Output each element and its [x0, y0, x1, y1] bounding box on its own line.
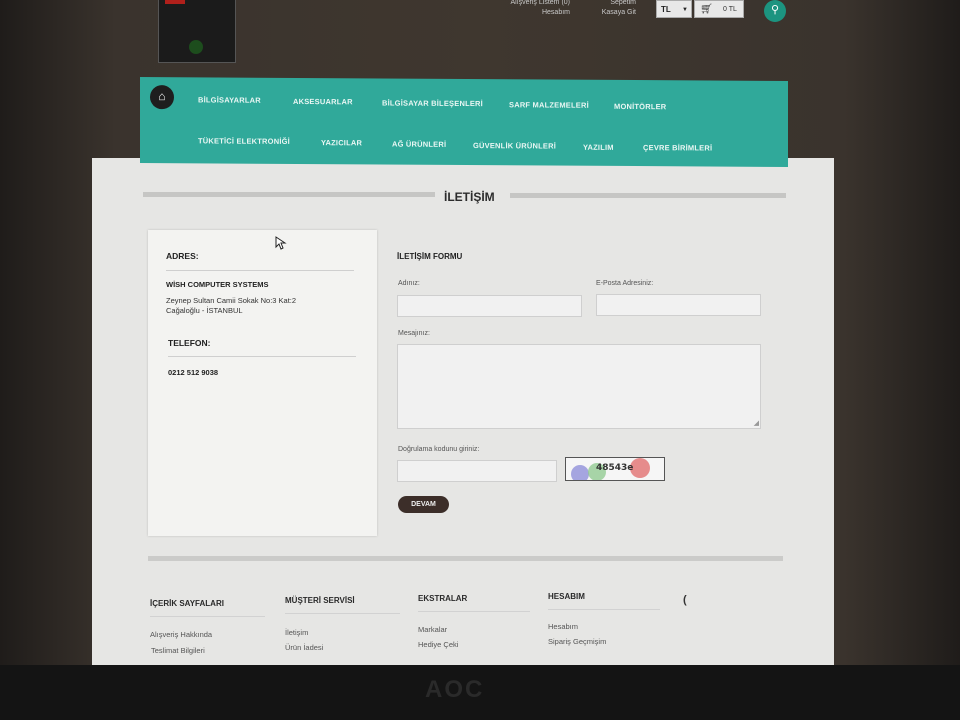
nav-item-software[interactable]: YAZILIM: [583, 143, 614, 152]
cart-button[interactable]: 🛒︎ 0 TL: [694, 0, 744, 18]
logo-mark-icon: [189, 40, 203, 54]
footer-link[interactable]: Teslimat Bilgileri: [151, 646, 205, 655]
footer-link[interactable]: Alışveriş Hakkında: [150, 630, 212, 639]
address-label: ADRES:: [166, 251, 199, 261]
captcha-label: Doğrulama kodunu giriniz:: [398, 446, 480, 453]
footer-link[interactable]: İletişim: [285, 628, 308, 637]
captcha-noise-dot: [571, 465, 589, 480]
footer-heading-extras: EKSTRALAR: [418, 594, 468, 603]
nav-item-consumables[interactable]: SARF MALZEMELERİ: [509, 100, 589, 109]
page-title: İLETİŞİM: [444, 190, 495, 204]
footer-divider: [148, 556, 783, 561]
captcha-input[interactable]: [397, 460, 557, 482]
phone-divider: [168, 356, 356, 357]
top-links-cart: Sepetim Kasaya Git: [578, 0, 636, 18]
name-label: Adınız:: [398, 280, 420, 287]
address-panel: ADRES: WİSH COMPUTER SYSTEMS Zeynep Sult…: [148, 230, 377, 536]
top-links-account: Alışveriş Listem (0) Hesabım: [498, 0, 570, 18]
wishlist-link[interactable]: Alışveriş Listem (0): [498, 0, 570, 8]
footer-rule: [548, 609, 660, 610]
company-name: WİSH COMPUTER SYSTEMS: [166, 280, 269, 289]
submit-button[interactable]: DEVAM: [398, 496, 449, 513]
nav-item-computers[interactable]: BİLGİSAYARLAR: [198, 95, 261, 104]
message-label: Mesajınız:: [398, 330, 430, 337]
currency-select[interactable]: TL ▼: [656, 0, 692, 18]
footer-heading-customer-service: MÜŞTERİ SERVİSİ: [285, 596, 355, 605]
title-divider-left: [143, 192, 435, 197]
name-input[interactable]: [397, 295, 582, 317]
footer-link[interactable]: Ürün İadesi: [285, 643, 323, 652]
search-icon: ⚲: [770, 4, 780, 16]
nav-item-accessories[interactable]: AKSESUARLAR: [293, 97, 353, 106]
nav-item-printers[interactable]: YAZICILAR: [321, 138, 362, 147]
nav-item-security[interactable]: GÜVENLİK ÜRÜNLERİ: [473, 141, 556, 151]
currency-value: TL: [661, 5, 671, 14]
footer-rule: [285, 613, 400, 614]
email-input[interactable]: [596, 294, 761, 316]
captcha-code: 48543e: [596, 463, 634, 473]
monitor-screen: Alışveriş Listem (0) Hesabım Sepetim Kas…: [0, 0, 960, 665]
phone-icon: (: [683, 594, 687, 606]
captcha-image: 48543e: [565, 457, 665, 481]
chevron-down-icon: ▼: [682, 7, 688, 13]
nav-item-consumer-electronics[interactable]: TÜKETİCİ ELEKTRONİĞİ: [198, 136, 290, 146]
monitor-brand-logo: AOC: [425, 676, 485, 703]
footer-heading-account: HESABIM: [548, 592, 585, 601]
nav-item-components[interactable]: BİLGİSAYAR BİLEŞENLERİ: [382, 98, 483, 108]
footer-link[interactable]: Markalar: [418, 625, 447, 634]
address-divider: [166, 270, 354, 271]
site-logo[interactable]: [158, 0, 236, 63]
footer-link[interactable]: Hediye Çeki: [418, 640, 458, 649]
phone-label: TELEFON:: [168, 338, 211, 348]
footer-rule: [418, 611, 530, 612]
cursor-icon: [275, 236, 287, 250]
checkout-link[interactable]: Kasaya Git: [578, 8, 636, 18]
address-text: Zeynep Sultan Camii Sokak No:3 Kat:2 Cağ…: [166, 296, 366, 316]
address-line-1: Zeynep Sultan Camii Sokak No:3 Kat:2: [166, 296, 297, 305]
phone-number: 0212 512 9038: [168, 368, 219, 377]
home-icon: ⌂: [158, 89, 166, 104]
search-button[interactable]: ⚲: [764, 0, 786, 22]
title-divider-right: [510, 193, 786, 198]
footer-heading-content-pages: İÇERİK SAYFALARI: [150, 599, 224, 608]
logo-red-bar: [165, 0, 185, 4]
home-button[interactable]: ⌂: [150, 85, 174, 110]
email-label: E-Posta Adresiniz:: [596, 280, 654, 287]
main-nav: ⌂ BİLGİSAYARLAR AKSESUARLAR BİLGİSAYAR B…: [140, 77, 788, 167]
cart-total: 0 TL: [723, 6, 737, 13]
footer-rule: [150, 616, 265, 617]
cart-icon: 🛒︎: [700, 4, 713, 15]
address-line-2: Cağaloğlu - İSTANBUL: [166, 306, 243, 315]
footer-link[interactable]: Sipariş Geçmişim: [548, 637, 606, 646]
basket-link[interactable]: Sepetim: [578, 0, 636, 8]
account-link[interactable]: Hesabım: [498, 8, 570, 18]
footer-link[interactable]: Hesabım: [548, 622, 578, 631]
nav-item-monitors[interactable]: MONİTÖRLER: [614, 102, 666, 111]
nav-item-network[interactable]: AĞ ÜRÜNLERİ: [392, 140, 446, 149]
message-textarea[interactable]: ◢: [397, 344, 761, 429]
nav-item-peripherals[interactable]: ÇEVRE BİRİMLERİ: [643, 143, 712, 152]
contact-form-title: İLETİŞİM FORMU: [397, 252, 463, 261]
resize-handle-icon[interactable]: ◢: [754, 420, 759, 427]
